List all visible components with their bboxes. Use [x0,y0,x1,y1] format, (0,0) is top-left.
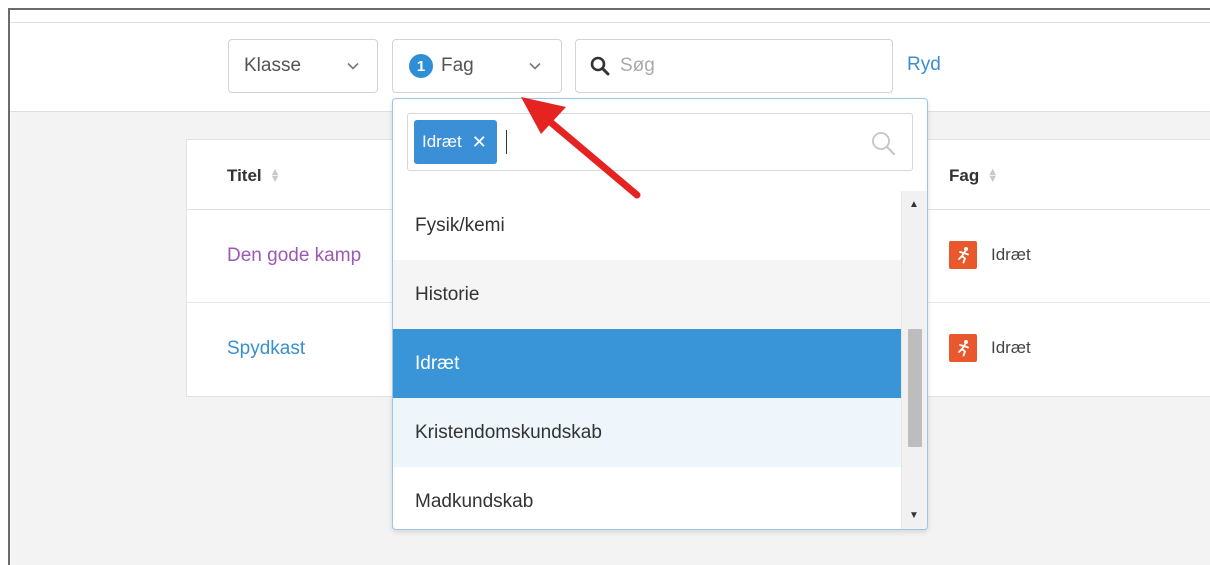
search-input[interactable] [620,55,860,77]
scroll-up-icon[interactable]: ▲ [909,199,919,210]
clear-filters-link[interactable]: Ryd [907,54,941,76]
row-subject-label: Idræt [991,245,1031,264]
chevron-down-icon [347,58,359,73]
search-icon [590,56,610,76]
column-header-subject-label: Fag [949,166,980,185]
dropdown-options: Fysik/kemi Historie Idræt Kristendomskun… [393,191,901,529]
fag-filter-label: Fag [441,55,474,76]
row-subject-label: Idræt [991,338,1031,357]
scroll-down-icon[interactable]: ▼ [909,510,919,521]
column-header-subject[interactable]: Fag ▲ ▼ [949,166,998,186]
text-caret [505,130,507,154]
dropdown-option[interactable]: Historie [393,260,901,329]
filter-toolbar: Klasse 1 Fag Ryd [10,10,1210,112]
search-icon [872,132,895,155]
column-header-title[interactable]: Titel ▲ ▼ [227,166,281,186]
row-title-link[interactable]: Spydkast [227,338,305,360]
top-divider [10,22,1210,23]
row-subject: Idræt [949,241,1031,269]
column-header-title-label: Titel [227,166,262,185]
sort-icon: ▲ ▼ [269,166,281,185]
chevron-down-icon [529,58,541,73]
dropdown-scrollbar[interactable]: ▲ ▼ [901,191,927,529]
dropdown-option[interactable]: Madkundskab [393,467,901,529]
dropdown-option-selected[interactable]: Idræt [393,329,901,398]
dropdown-option[interactable]: Fysik/kemi [393,191,901,260]
running-person-icon [949,334,977,362]
fag-dropdown: Idræt ✕ Fysik/kemi Historie Idræt Kriste… [392,98,928,530]
selected-tag: Idræt ✕ [414,120,497,164]
fag-filter-button[interactable]: 1 Fag [392,39,562,93]
scrollbar-thumb[interactable] [908,329,922,447]
remove-tag-icon[interactable]: ✕ [472,132,487,153]
klasse-filter-label: Klasse [244,55,302,76]
fag-count-badge: 1 [409,54,433,78]
dropdown-option[interactable]: Kristendomskundskab [393,398,901,467]
klasse-filter-button[interactable]: Klasse [228,39,378,93]
running-person-icon [949,241,977,269]
row-subject: Idræt [949,334,1031,362]
row-title-link[interactable]: Den gode kamp [227,245,361,267]
sort-icon: ▲ ▼ [987,166,999,185]
app-frame: Klasse 1 Fag Ryd Titel [8,8,1210,565]
dropdown-search-field[interactable]: Idræt ✕ [407,113,913,171]
search-box[interactable] [575,39,893,93]
selected-tag-label: Idræt [422,132,462,151]
